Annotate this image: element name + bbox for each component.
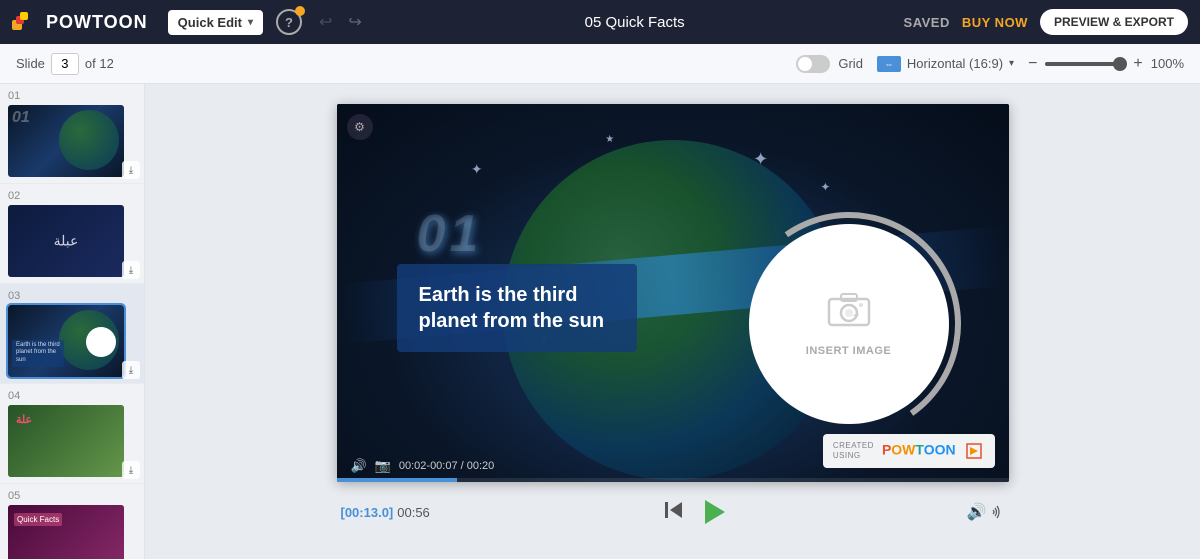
logo-text: POWTOON <box>46 12 148 33</box>
slide-3-thumb: Earth is the thirdplanet from thesun <box>8 305 124 377</box>
grid-toggle-track[interactable] <box>796 55 830 73</box>
main-area: 01 01 ⤓ 02 عبلة ⤓ <box>0 84 1200 559</box>
of-label: of 12 <box>85 56 114 71</box>
aspect-chevron: ▾ <box>1009 58 1014 69</box>
zoom-slider[interactable] <box>1045 62 1125 66</box>
slide-number-input[interactable] <box>51 53 79 75</box>
slide-5-thumb: Quick Facts <box>8 505 124 559</box>
toolbar: Slide of 12 Grid ⇔ Horizontal (16:9) ▾ −… <box>0 44 1200 84</box>
playback-bar: [00:13.0] 00:56 🔊 <box>337 494 1009 530</box>
help-badge <box>295 6 305 16</box>
slide-4-num: 04 <box>8 390 136 402</box>
watermark-text: CREATEDUSING <box>833 441 874 462</box>
presentation-title: 05 Quick Facts <box>378 14 892 31</box>
canvas-area: ✦ ✦ ✦ ✦ ★ 01 Earth is the third planet f… <box>145 84 1200 559</box>
quick-edit-button[interactable]: Quick Edit ▾ <box>168 10 263 35</box>
thumb-3-text: Earth is the thirdplanet from thesun <box>12 340 64 367</box>
star-3: ✦ <box>820 180 830 194</box>
undo-button[interactable]: ↩ <box>315 10 336 34</box>
video-timestamp: 00:02-00:07 / 00:20 <box>399 460 494 472</box>
thumb-2-text: عبلة <box>54 233 79 250</box>
aspect-ratio-selector[interactable]: ⇔ Horizontal (16:9) ▾ <box>877 56 1014 72</box>
slide-number-display: 01 <box>417 204 483 264</box>
thumb-3-circle <box>86 327 116 357</box>
slide-4-thumb: علة <box>8 405 124 477</box>
zoom-plus-button[interactable]: + <box>1133 55 1142 73</box>
sidebar-item-slide-1[interactable]: 01 01 ⤓ <box>0 84 144 184</box>
sidebar-item-slide-5[interactable]: 05 Quick Facts ⤓ <box>0 484 144 559</box>
grid-toggle-thumb <box>798 57 812 71</box>
grid-label: Grid <box>838 56 863 71</box>
slide-2-num: 02 <box>8 190 136 202</box>
volume-icon[interactable]: 🔊 <box>967 502 987 522</box>
slide-3-export-icon: ⤓ <box>122 361 140 379</box>
star-1: ✦ <box>471 161 483 178</box>
slide-1-thumb: 01 <box>8 105 124 177</box>
playback-controls <box>664 494 732 530</box>
slide-label: Slide <box>16 56 45 71</box>
time-display-area: [00:13.0] 00:56 <box>341 505 430 520</box>
redo-button[interactable]: ↪ <box>344 10 365 34</box>
logo: POWTOON <box>12 12 148 33</box>
help-button[interactable]: ? <box>275 8 303 36</box>
slide-list: 01 01 ⤓ 02 عبلة ⤓ <box>0 84 144 559</box>
toolbar-right: Grid ⇔ Horizontal (16:9) ▾ − + 100% <box>796 55 1184 73</box>
slide-main-text: Earth is the third planet from the sun <box>419 282 615 334</box>
slide-2-export-icon: ⤓ <box>122 261 140 279</box>
star-5: ★ <box>605 134 614 145</box>
watermark-logo: POWTOON <box>882 440 985 462</box>
sidebar-item-slide-3[interactable]: 03 Earth is the thirdplanet from thesun … <box>0 284 144 384</box>
sidebar: 01 01 ⤓ 02 عبلة ⤓ <box>0 84 145 559</box>
sidebar-item-slide-4[interactable]: 04 علة ⤓ <box>0 384 144 484</box>
watermark: CREATEDUSING POWTOON <box>823 434 995 468</box>
zoom-minus-button[interactable]: − <box>1028 55 1037 73</box>
slide-text-box[interactable]: Earth is the third planet from the sun <box>397 264 637 352</box>
quick-edit-label: Quick Edit <box>178 15 242 30</box>
video-camera-button[interactable]: 📷 <box>375 458 391 474</box>
zoom-thumb <box>1113 57 1127 71</box>
slide-4-export-icon: ⤓ <box>122 461 140 479</box>
volume-waves-icon <box>991 505 1005 519</box>
current-time-indicator: [00:13.0] <box>341 505 394 520</box>
volume-control: 🔊 <box>967 502 1005 522</box>
topbar: POWTOON Quick Edit ▾ ? ↩ ↪ 05 Quick Fact… <box>0 0 1200 44</box>
sidebar-item-slide-2[interactable]: 02 عبلة ⤓ <box>0 184 144 284</box>
slide-1-export-icon: ⤓ <box>122 161 140 179</box>
slide-canvas[interactable]: ✦ ✦ ✦ ✦ ★ 01 Earth is the third planet f… <box>337 104 1009 482</box>
volume-button[interactable]: 🔊 <box>351 458 367 474</box>
slide-1-num: 01 <box>8 90 136 102</box>
aspect-icon: ⇔ <box>877 56 901 72</box>
canvas-settings-button[interactable]: ⚙ <box>347 114 373 140</box>
preview-export-button[interactable]: PREVIEW & EXPORT <box>1040 9 1188 35</box>
slide-2-thumb: عبلة <box>8 205 124 277</box>
thumb-1-num: 01 <box>12 109 30 127</box>
step-back-button[interactable] <box>664 501 684 524</box>
slide-5-num: 05 <box>8 490 136 502</box>
timeline-bar[interactable] <box>337 478 1009 482</box>
saved-status: SAVED <box>904 15 950 30</box>
slide-3-num: 03 <box>8 290 136 302</box>
logo-icon <box>12 12 40 32</box>
buy-now-button[interactable]: BUY NOW <box>962 15 1028 30</box>
quick-edit-chevron: ▾ <box>248 17 253 28</box>
aspect-label: Horizontal (16:9) <box>907 56 1003 71</box>
thumb-1-earth <box>59 110 119 170</box>
total-duration: 00:56 <box>397 505 430 520</box>
zoom-control: − + 100% <box>1028 55 1184 73</box>
timeline-progress <box>337 478 458 482</box>
nav-arrows: ↩ ↪ <box>315 10 366 34</box>
grid-toggle: Grid <box>796 55 863 73</box>
slide-info: Slide of 12 <box>16 53 114 75</box>
play-button[interactable] <box>696 494 732 530</box>
video-controls-bar: 🔊 📷 00:02-00:07 / 00:20 <box>351 458 495 474</box>
zoom-percent: 100% <box>1151 56 1184 71</box>
